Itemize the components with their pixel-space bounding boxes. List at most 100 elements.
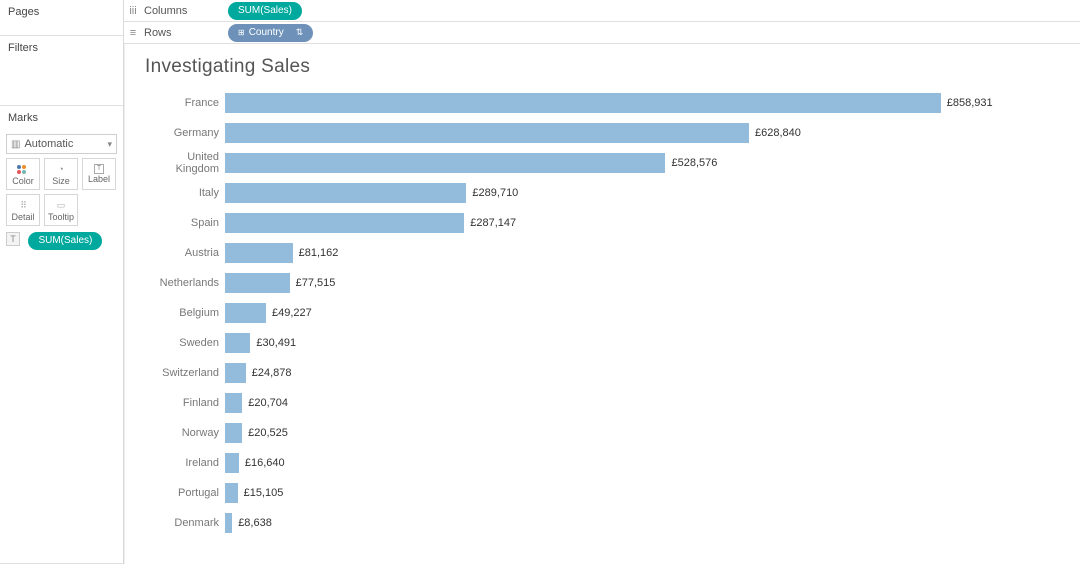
bar-category-label: Germany [145, 127, 225, 139]
marks-pill-row: T SUM(Sales) [0, 226, 123, 254]
color-mark-button[interactable]: Color [6, 158, 40, 190]
columns-shelf[interactable]: iii Columns SUM(Sales) [124, 0, 1080, 22]
bar-category-label: Belgium [145, 307, 225, 319]
bar-track: £287,147 [225, 212, 1060, 234]
bar-category-label: Norway [145, 427, 225, 439]
bar-fill[interactable] [225, 483, 238, 503]
bar-value-label: £15,105 [244, 487, 284, 499]
pages-header: Pages [0, 0, 123, 24]
side-panels: Pages Filters Marks ▥ Automatic ▾ Color … [0, 0, 124, 564]
bar-track: £628,840 [225, 122, 1060, 144]
bar-category-label: France [145, 97, 225, 109]
chart-bars: France £858,931 Germany £628,840 United King… [145, 88, 1060, 538]
detail-mark-button[interactable]: ⠿ Detail [6, 194, 40, 226]
bar-category-label: Spain [145, 217, 225, 229]
bar-fill[interactable] [225, 513, 232, 533]
bar-row: Italy£289,710 [145, 178, 1060, 208]
bar-track: £77,515 [225, 272, 1060, 294]
bar-fill[interactable] [225, 183, 466, 203]
rows-pill-text: Country [249, 27, 284, 38]
bar-value-label: £20,704 [248, 397, 288, 409]
chart-viewport: Investigating Sales France £858,931 German… [124, 44, 1080, 564]
bar-chart-icon: ▥ [11, 139, 20, 150]
bar-fill[interactable] [225, 333, 250, 353]
bar-category-label: United Kingdom [145, 151, 225, 175]
columns-icon: iii [124, 5, 142, 17]
marks-dropdown-label: Automatic [24, 138, 73, 150]
bar-fill[interactable] [225, 213, 464, 233]
bar-row: Germany £628,840 [145, 118, 1060, 148]
bar-value-label: £289,710 [472, 187, 518, 199]
size-label: Size [52, 176, 70, 186]
bar-fill[interactable] [225, 453, 239, 473]
bar-fill[interactable] [225, 423, 242, 443]
chart-title: Investigating Sales [145, 56, 1060, 78]
bar-value-label: £24,878 [252, 367, 292, 379]
bar-category-label: Netherlands [145, 277, 225, 289]
bar-category-label: Ireland [145, 457, 225, 469]
bar-fill[interactable] [225, 303, 266, 323]
columns-pill-sum-sales[interactable]: SUM(Sales) [228, 2, 302, 20]
bar-fill[interactable] [225, 393, 242, 413]
bar-row: Belgium£49,227 [145, 298, 1060, 328]
bar-value-label: £16,640 [245, 457, 285, 469]
marks-pill-text: SUM(Sales) [38, 235, 92, 246]
color-label: Color [12, 176, 34, 186]
bar-track: £20,525 [225, 422, 1060, 444]
sort-descending-icon: ⇅ [296, 27, 304, 38]
bar-track: £289,710 [225, 182, 1060, 204]
bar-row: Spain £287,147 [145, 208, 1060, 238]
bar-row: Portugal£15,105 [145, 478, 1060, 508]
bar-category-label: Finland [145, 397, 225, 409]
marks-buttons-grid: Color ◔ Size T Label ⠿ Detail ▭ Tooltip [0, 158, 123, 226]
bar-category-label: Austria [145, 247, 225, 259]
columns-pill-text: SUM(Sales) [238, 5, 292, 16]
bar-row: Finland £20,704 [145, 388, 1060, 418]
marks-sum-sales-pill[interactable]: SUM(Sales) [28, 232, 102, 250]
bar-track: £528,576 [225, 152, 1060, 174]
bar-row: France £858,931 [145, 88, 1060, 118]
bar-fill[interactable] [225, 363, 246, 383]
filters-panel: Filters [0, 36, 123, 106]
bar-track: £15,105 [225, 482, 1060, 504]
size-mark-button[interactable]: ◔ Size [44, 158, 78, 190]
bar-row: Ireland £16,640 [145, 448, 1060, 478]
bar-track: £49,227 [225, 302, 1060, 324]
rows-icon: ≡ [124, 27, 142, 39]
rows-shelf[interactable]: ≡ Rows ⊞ Country ⇅ [124, 22, 1080, 44]
bar-value-label: £30,491 [256, 337, 296, 349]
detail-label: Detail [11, 212, 34, 222]
bar-fill[interactable] [225, 153, 665, 173]
label-glyph-icon: T [6, 232, 20, 246]
rows-pill-country[interactable]: ⊞ Country ⇅ [228, 24, 313, 42]
bar-value-label: £287,147 [470, 217, 516, 229]
bar-fill[interactable] [225, 93, 941, 113]
bar-fill[interactable] [225, 243, 293, 263]
bar-row: Norway£20,525 [145, 418, 1060, 448]
marks-header: Marks [0, 106, 123, 130]
bar-value-label: £8,638 [238, 517, 272, 529]
columns-shelf-label: Columns [142, 5, 224, 17]
bar-track: £30,491 [225, 332, 1060, 354]
rows-shelf-label: Rows [142, 27, 224, 39]
chevron-down-icon: ▾ [107, 139, 112, 150]
marks-panel: Marks ▥ Automatic ▾ Color ◔ Size T Label [0, 106, 123, 564]
bar-track: £858,931 [225, 92, 1060, 114]
label-mark-button[interactable]: T Label [82, 158, 116, 190]
tooltip-label: Tooltip [48, 212, 74, 222]
bar-track: £8,638 [225, 512, 1060, 534]
marks-type-dropdown[interactable]: ▥ Automatic ▾ [6, 134, 117, 154]
bar-track: £16,640 [225, 452, 1060, 474]
bar-fill[interactable] [225, 273, 290, 293]
bar-value-label: £628,840 [755, 127, 801, 139]
label-label: Label [88, 174, 110, 184]
tooltip-mark-button[interactable]: ▭ Tooltip [44, 194, 78, 226]
bar-value-label: £858,931 [947, 97, 993, 109]
bar-row: Switzerland£24,878 [145, 358, 1060, 388]
bar-fill[interactable] [225, 123, 749, 143]
pages-panel: Pages [0, 0, 123, 36]
bar-value-label: £77,515 [296, 277, 336, 289]
bar-row: Austria£81,162 [145, 238, 1060, 268]
color-icon [17, 162, 29, 176]
filters-header: Filters [0, 36, 123, 60]
